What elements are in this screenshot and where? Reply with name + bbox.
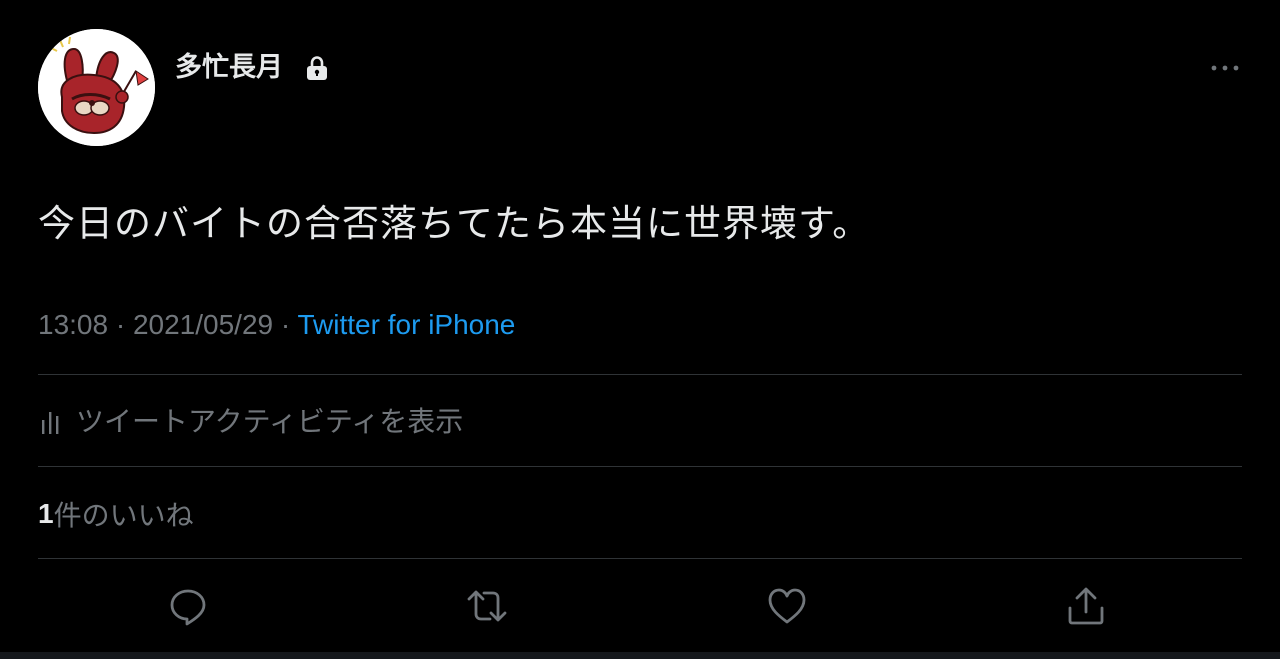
display-name[interactable]: 多忙長月 <box>175 48 283 88</box>
stats-icon <box>42 412 59 434</box>
retweet-icon <box>467 590 507 622</box>
reply-icon <box>170 589 206 626</box>
meta-separator: · <box>280 309 291 340</box>
likes-label: 件のいいね <box>53 499 194 532</box>
lock-icon <box>303 54 331 82</box>
retweet-button[interactable] <box>465 584 509 628</box>
likes-count-link[interactable]: 1 件のいいね <box>38 494 194 534</box>
tweet-date[interactable]: 2021/05/29 <box>133 309 273 340</box>
heart-icon <box>768 588 806 624</box>
meta-separator: · <box>115 309 126 340</box>
tweet-activity-link[interactable]: ツイートアクティビティを表示 <box>38 400 463 440</box>
tweet-time[interactable]: 13:08 <box>38 309 108 340</box>
tweet-detail: 多忙長月 今日のバイトの合否落ちてたら本当に世界壊す。 13:08 · 2021… <box>0 0 1280 652</box>
share-button[interactable] <box>1064 584 1108 628</box>
bottom-bar <box>0 652 1280 659</box>
avatar[interactable] <box>38 29 155 146</box>
more-icon[interactable] <box>1206 56 1246 80</box>
tweet-source-link[interactable]: Twitter for iPhone <box>298 309 516 340</box>
reply-button[interactable] <box>166 584 210 628</box>
divider <box>38 466 1242 467</box>
divider <box>38 374 1242 375</box>
likes-count: 1 <box>38 498 54 529</box>
share-icon <box>1068 587 1104 625</box>
tweet-text: 今日のバイトの合否落ちてたら本当に世界壊す。 <box>38 202 871 245</box>
like-button[interactable] <box>765 584 809 628</box>
avatar-image <box>38 29 155 146</box>
tweet-activity-label: ツイートアクティビティを表示 <box>76 405 464 438</box>
tweet-metadata: 13:08 · 2021/05/29 · Twitter for iPhone <box>38 306 515 344</box>
divider <box>38 558 1242 559</box>
